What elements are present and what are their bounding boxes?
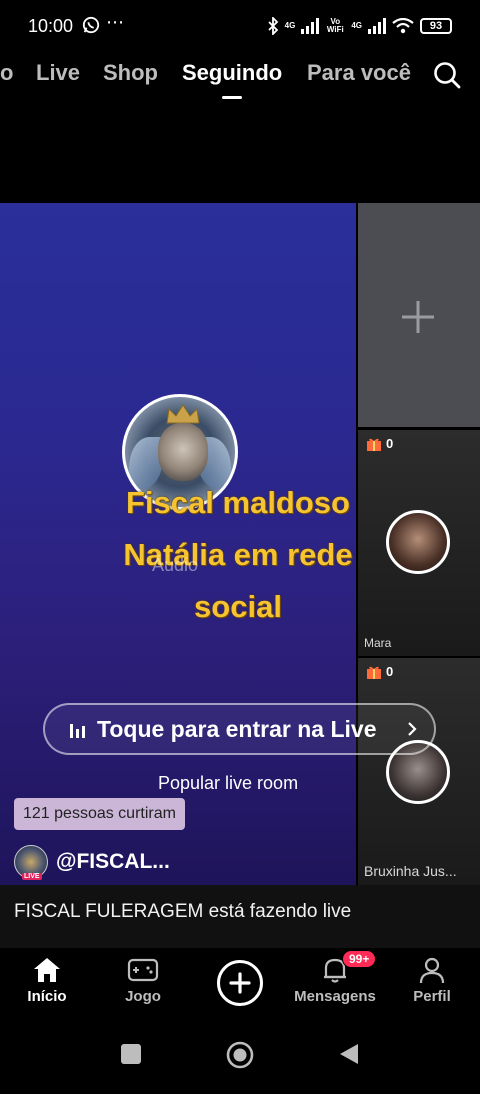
gift-count: 0	[366, 436, 393, 451]
top-nav: o Live Shop Seguindo Para você	[0, 52, 480, 102]
side-avatar-mara[interactable]	[386, 510, 450, 574]
nav-jogo[interactable]: Jogo	[98, 956, 188, 1005]
host-info[interactable]: LIVE @FISCAL...	[14, 845, 170, 880]
notification-badge: 99+	[342, 950, 377, 968]
tab-para-voce[interactable]: Para você	[307, 60, 411, 86]
create-plus-icon	[229, 972, 251, 994]
side-live-card-mara[interactable]: 0 Mara	[358, 430, 480, 656]
nav-inicio[interactable]: Início	[2, 956, 92, 1005]
nav-mensagens-label: Mensagens	[294, 988, 376, 1005]
audio-label: Áudio	[152, 555, 199, 575]
gift-icon	[367, 666, 381, 679]
network-label-2: 4G	[351, 21, 362, 30]
signal-icon-2	[368, 18, 386, 34]
wifi-icon	[392, 18, 414, 34]
live-title: Fiscal maldoso Natália em rede social	[123, 485, 353, 624]
crown-icon	[166, 404, 200, 424]
live-status-text: FISCAL FULERAGEM está fazendo live	[14, 901, 352, 922]
status-bar: 10:00 ⋯ 4G Vo WiFi 4G 93	[0, 0, 480, 52]
nav-perfil[interactable]: Perfil	[387, 956, 477, 1005]
plus-icon	[402, 301, 434, 333]
recents-icon[interactable]	[120, 1043, 142, 1065]
status-time: 10:00	[28, 16, 74, 36]
live-status-banner[interactable]: FISCAL FULERAGEM está fazendo live	[0, 885, 480, 948]
live-tag: LIVE	[22, 873, 42, 880]
create-button[interactable]	[217, 960, 263, 1006]
gift-icon	[367, 438, 381, 451]
live-room-card[interactable]: Fiscal maldoso Natália em rede social Áu…	[0, 203, 356, 885]
gamepad-icon	[127, 958, 159, 982]
audio-bars-icon	[70, 724, 85, 738]
system-nav-bar	[0, 1020, 480, 1094]
more-notifications-icon: ⋯	[106, 12, 125, 32]
back-icon[interactable]	[338, 1043, 360, 1065]
battery-icon: 93	[420, 18, 452, 34]
enter-live-label: Toque para entrar na Live	[97, 715, 377, 742]
nav-mensagens[interactable]: 99+ Mensagens	[290, 950, 380, 1005]
gift-count-value: 0	[386, 664, 394, 679]
chevron-right-icon	[408, 722, 417, 736]
nav-jogo-label: Jogo	[125, 988, 161, 1005]
volte-label: Vo WiFi	[326, 17, 344, 34]
add-live-tile[interactable]	[358, 203, 480, 427]
signal-icon	[301, 18, 320, 34]
bottom-nav: Início Jogo 99+ Mensagens Perfil	[0, 948, 480, 1020]
home-button-icon[interactable]	[226, 1041, 254, 1069]
side-live-card-bruxinha[interactable]: 0 Bruxinha Jus...	[358, 658, 480, 885]
likes-badge: 121 pessoas curtiram	[14, 798, 185, 830]
search-icon[interactable]	[432, 60, 462, 90]
nav-perfil-label: Perfil	[413, 988, 451, 1005]
tab-partial[interactable]: o	[0, 60, 13, 86]
active-tab-indicator	[222, 96, 242, 99]
nav-inicio-label: Início	[27, 988, 67, 1005]
popular-label: Popular live room	[158, 773, 299, 793]
tab-live[interactable]: Live	[36, 60, 80, 86]
side-name-mara: Mara	[364, 636, 392, 650]
gift-count: 0	[366, 664, 393, 679]
gift-count-value: 0	[386, 436, 394, 451]
enter-live-button[interactable]: Toque para entrar na Live	[43, 703, 436, 755]
tab-shop[interactable]: Shop	[103, 60, 158, 86]
person-icon	[419, 957, 445, 984]
whatsapp-icon	[82, 16, 100, 34]
home-icon	[34, 958, 60, 982]
bluetooth-icon	[268, 17, 278, 35]
network-label-1: 4G	[284, 21, 296, 30]
status-indicators: 4G Vo WiFi 4G 93	[267, 14, 452, 38]
host-handle[interactable]: @FISCAL...	[56, 850, 170, 874]
battery-level: 93	[429, 20, 443, 32]
side-name-bruxinha: Bruxinha Jus...	[364, 863, 457, 879]
host-photo	[158, 423, 208, 481]
tab-seguindo[interactable]: Seguindo	[182, 60, 282, 86]
host-small-avatar[interactable]: LIVE	[14, 845, 48, 880]
